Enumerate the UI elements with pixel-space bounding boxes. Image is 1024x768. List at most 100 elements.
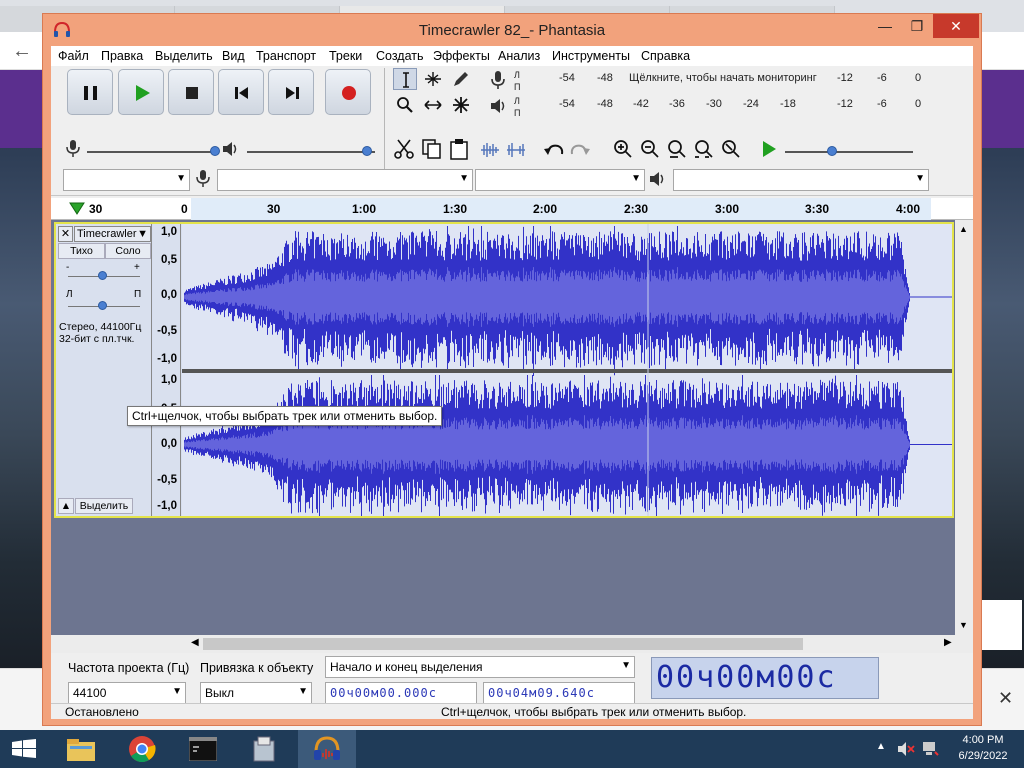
maximize-button[interactable]: ❐ <box>901 14 933 38</box>
trim-audio-icon[interactable] <box>479 140 501 160</box>
menu-select[interactable]: Выделить <box>155 49 213 63</box>
menu-tools[interactable]: Инструменты <box>552 49 630 63</box>
project-rate-select[interactable]: 44100 ▼ <box>68 682 186 704</box>
play-speed-slider[interactable] <box>785 151 913 153</box>
undo-icon[interactable] <box>542 140 566 160</box>
menu-help[interactable]: Справка <box>641 49 690 63</box>
time-shift-tool[interactable] <box>421 94 445 116</box>
scroll-down-icon[interactable]: ▼ <box>959 620 968 630</box>
menu-transport[interactable]: Транспорт <box>256 49 316 63</box>
envelope-tool[interactable] <box>421 68 445 90</box>
solo-button[interactable]: Соло <box>105 243 151 259</box>
audio-position-display[interactable]: 00ч00м00с <box>651 657 879 699</box>
menu-view[interactable]: Вид <box>222 49 245 63</box>
multi-tool[interactable] <box>449 94 473 116</box>
play-speed-knob[interactable] <box>827 146 837 156</box>
selection-tool[interactable] <box>393 68 417 90</box>
zoom-toggle-icon[interactable] <box>720 138 742 160</box>
playback-volume-knob[interactable] <box>362 146 372 156</box>
recording-device-select[interactable]: ▼ <box>217 169 473 191</box>
start-button[interactable] <box>0 730 48 768</box>
zoom-out-icon[interactable] <box>639 138 661 160</box>
tray-expand-icon[interactable]: ▲ <box>876 741 886 752</box>
selection-end-time[interactable]: 00ч04м09.640с <box>483 682 635 704</box>
mute-button[interactable]: Тихо <box>58 243 105 259</box>
scroll-right-icon[interactable]: ▶ <box>944 637 952 648</box>
meter-tick: -12 <box>837 98 853 110</box>
close-button[interactable]: ✕ <box>933 14 979 38</box>
close-track-icon[interactable]: ✕ <box>58 226 73 242</box>
collapse-icon[interactable]: ▲ <box>58 498 74 514</box>
speaker-icon[interactable] <box>489 96 509 116</box>
minimize-button[interactable]: — <box>869 14 901 38</box>
snap-to-select[interactable]: Выкл ▼ <box>200 682 312 704</box>
app-taskbar[interactable] <box>235 730 293 768</box>
scissors-icon[interactable] <box>393 138 415 160</box>
play-button[interactable] <box>118 69 164 115</box>
silence-audio-icon[interactable] <box>505 140 527 160</box>
selection-start-time[interactable]: 00ч00м00.000с <box>325 682 477 704</box>
microphone-icon[interactable] <box>489 69 507 91</box>
zoom-in-icon[interactable] <box>612 138 634 160</box>
waveform[interactable] <box>182 224 952 516</box>
back-arrow-icon[interactable]: ← <box>12 40 32 63</box>
copy-icon[interactable] <box>421 138 443 160</box>
taskbar-clock[interactable]: 4:00 PM 6/29/2022 <box>948 732 1018 764</box>
menu-file[interactable]: Файл <box>58 49 89 63</box>
playback-volume-slider[interactable] <box>247 151 375 153</box>
playback-device-select[interactable]: ▼ <box>673 169 929 191</box>
pan-knob[interactable] <box>98 301 107 310</box>
skip-to-end-button[interactable] <box>268 69 314 115</box>
scroll-thumb[interactable] <box>203 638 803 650</box>
gain-plus-icon: + <box>134 262 140 273</box>
paste-icon[interactable] <box>448 138 470 160</box>
scroll-left-icon[interactable]: ◀ <box>191 637 199 648</box>
recording-volume-slider[interactable] <box>87 151 215 153</box>
selection-mode-select[interactable]: Начало и конец выделения ▼ <box>325 656 635 678</box>
terminal-taskbar[interactable] <box>174 730 232 768</box>
network-icon[interactable] <box>921 740 939 758</box>
stop-button[interactable] <box>168 69 214 115</box>
audio-host-select[interactable]: ▼ <box>63 169 190 191</box>
vertical-scale[interactable]: 1,0 0,5 0,0 -0,5 -1,0 1,0 0,5 0,0 -0,5 -… <box>153 224 181 516</box>
pause-button[interactable] <box>67 69 113 115</box>
menu-generate[interactable]: Создать <box>376 49 424 63</box>
menu-analyze[interactable]: Анализ <box>498 49 540 63</box>
play-at-speed-icon[interactable] <box>759 139 779 159</box>
menu-effects[interactable]: Эффекты <box>433 49 490 63</box>
asterisk-icon <box>453 97 469 113</box>
file-explorer-taskbar[interactable] <box>52 730 110 768</box>
playback-meter[interactable]: -54 -48 -42 -36 -30 -24 -18 -12 -6 0 <box>527 96 927 115</box>
pin-playhead-icon[interactable] <box>69 202 85 216</box>
meter-tick: -54 <box>559 98 575 110</box>
skip-to-start-button[interactable] <box>218 69 264 115</box>
select-track-button[interactable]: Выделить <box>75 498 133 514</box>
fit-project-icon[interactable] <box>693 138 715 160</box>
recording-volume-knob[interactable] <box>210 146 220 156</box>
recording-channels-select[interactable]: ▼ <box>475 169 645 191</box>
timeline-ruler[interactable]: 30 0 30 1:00 1:30 2:00 2:30 3:00 3:30 4:… <box>51 198 973 220</box>
scroll-up-icon[interactable]: ▲ <box>959 224 968 234</box>
record-meter[interactable]: -54 -48 Щёлкните, чтобы начать мониторин… <box>527 70 927 89</box>
draw-tool[interactable] <box>449 68 473 90</box>
redo-icon[interactable] <box>568 140 592 160</box>
project-rate-value: 44100 <box>73 686 107 700</box>
volume-muted-icon[interactable] <box>897 741 915 757</box>
meter-tick: -36 <box>669 98 685 110</box>
menu-edit[interactable]: Правка <box>101 49 143 63</box>
horizontal-scrollbar[interactable]: ◀ ▶ <box>51 635 973 653</box>
menu-tracks[interactable]: Треки <box>329 49 362 63</box>
chrome-taskbar[interactable] <box>113 730 171 768</box>
gain-knob[interactable] <box>98 271 107 280</box>
project-rate-label: Частота проекта (Гц) <box>68 661 190 675</box>
vertical-scrollbar[interactable]: ▲ ▼ <box>955 220 973 635</box>
zoom-tool[interactable] <box>393 94 417 116</box>
track-name-menu[interactable]: Timecrawler ▼ <box>74 226 151 242</box>
fit-selection-icon[interactable] <box>666 138 688 160</box>
audacity-taskbar[interactable] <box>298 730 356 768</box>
record-button[interactable] <box>325 69 371 115</box>
audio-track[interactable]: ✕ Timecrawler ▼ Тихо Соло - + Л П Стерео,… <box>54 222 954 518</box>
tracks-panel[interactable]: ✕ Timecrawler ▼ Тихо Соло - + Л П Стерео,… <box>51 220 973 635</box>
ruler-label: 0 <box>181 202 188 216</box>
close-icon[interactable]: ✕ <box>998 688 1013 709</box>
